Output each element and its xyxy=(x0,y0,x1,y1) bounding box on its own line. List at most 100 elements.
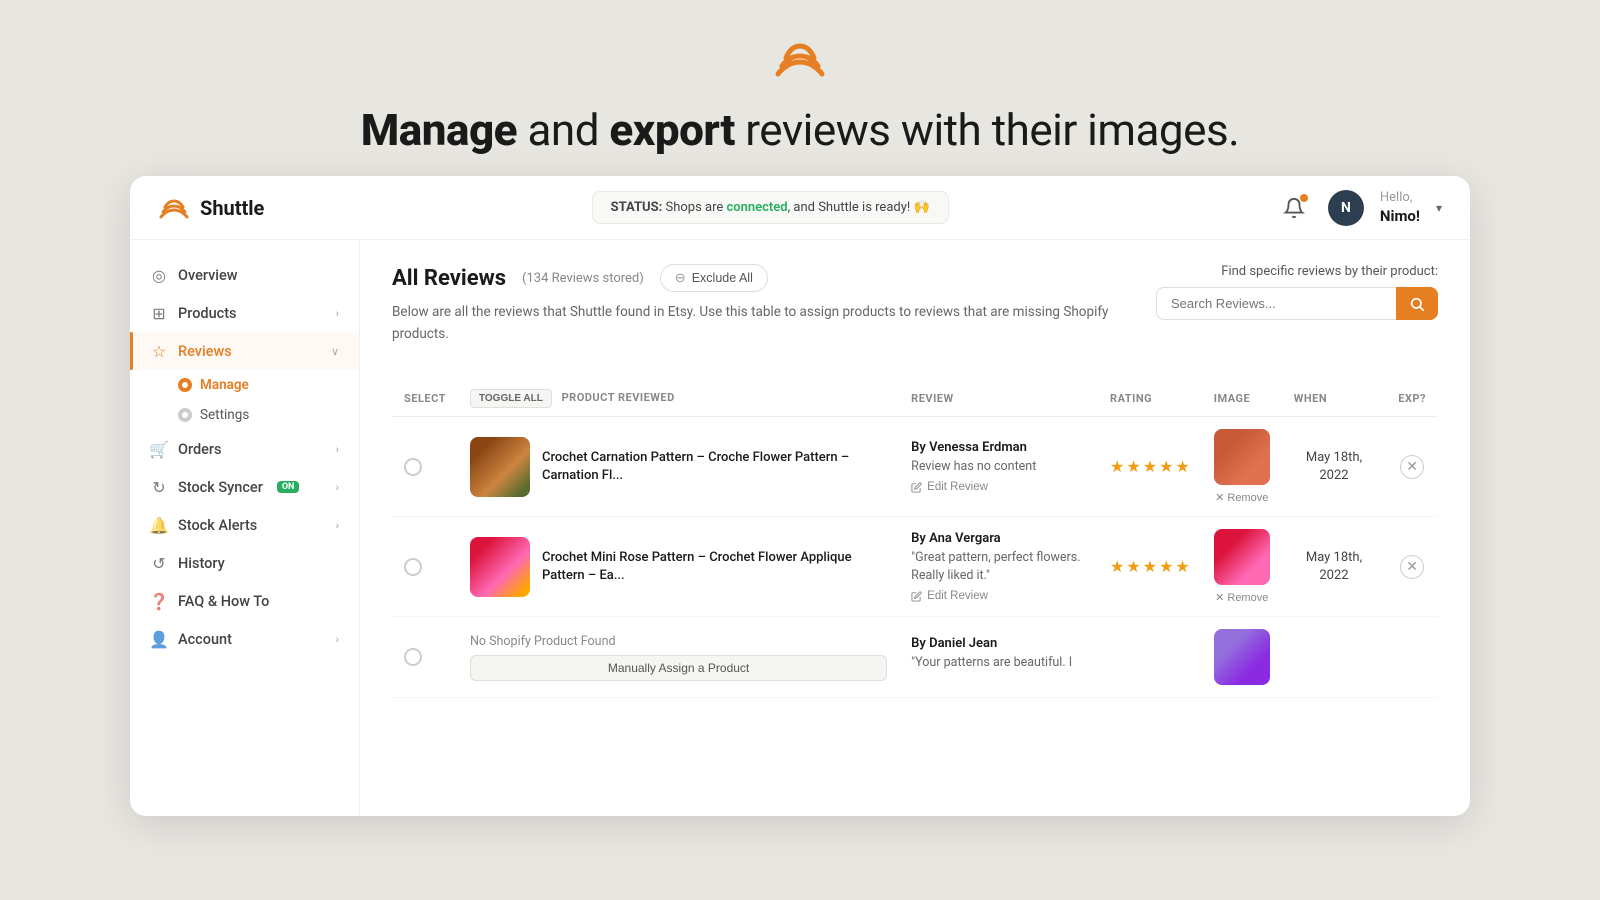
exp-remove-2[interactable]: ✕ xyxy=(1400,555,1424,579)
user-dropdown-chevron[interactable]: ▾ xyxy=(1436,201,1442,215)
page-title: All Reviews xyxy=(392,266,506,291)
user-info: Hello, Nimo! xyxy=(1380,190,1420,225)
sub-nav-manage[interactable]: Manage xyxy=(178,370,359,400)
notifications-button[interactable] xyxy=(1276,190,1312,226)
sub-nav-settings[interactable]: Settings xyxy=(178,400,359,430)
product-thumbnail-2 xyxy=(470,537,530,597)
search-area: Find specific reviews by their product: xyxy=(1156,264,1438,320)
exp-cell-3 xyxy=(1386,617,1438,698)
edit-review-button-1[interactable]: Edit Review xyxy=(911,481,988,493)
overview-icon: ◎ xyxy=(150,266,168,284)
table-header-row: SELECT TOGGLE ALL PRODUCT REVIEWED REVIE… xyxy=(392,381,1438,417)
th-when: WHEN xyxy=(1282,381,1387,417)
edit-review-button-2[interactable]: Edit Review xyxy=(911,590,988,602)
sidebar-item-overview[interactable]: ◎ Overview xyxy=(130,256,359,294)
exp-cell-1: ✕ xyxy=(1386,417,1438,517)
when-cell-3 xyxy=(1282,617,1387,698)
orders-chevron: › xyxy=(336,443,339,456)
history-icon: ↺ xyxy=(150,554,168,572)
search-button[interactable] xyxy=(1396,287,1438,320)
review-image-1 xyxy=(1214,429,1270,485)
product-thumbnail-1 xyxy=(470,437,530,497)
table-row: No Shopify Product Found Manually Assign… xyxy=(392,617,1438,698)
topbar-right: N Hello, Nimo! ▾ xyxy=(1276,190,1442,226)
remove-image-button-2[interactable]: ✕ Remove xyxy=(1215,591,1268,604)
sidebar-item-history[interactable]: ↺ History xyxy=(130,544,359,582)
reviews-table: SELECT TOGGLE ALL PRODUCT REVIEWED REVIE… xyxy=(392,381,1438,698)
reviewer-name-2: By Ana Vergara xyxy=(911,531,1086,546)
hero-headline: Manage and export reviews with their ima… xyxy=(361,104,1240,156)
sidebar-item-reviews[interactable]: ☆ Reviews ∨ xyxy=(130,332,359,370)
brand-icon xyxy=(158,192,190,224)
th-image: IMAGE xyxy=(1202,381,1282,417)
main-content: All Reviews (134 Reviews stored) ⊖ Exclu… xyxy=(360,240,1470,816)
remove-image-button-1[interactable]: ✕ Remove xyxy=(1215,491,1268,504)
table-head: SELECT TOGGLE ALL PRODUCT REVIEWED REVIE… xyxy=(392,381,1438,417)
sidebar-item-stock-alerts[interactable]: 🔔 Stock Alerts › xyxy=(130,506,359,544)
when-cell-2: May 18th, 2022 xyxy=(1282,517,1387,617)
stars-1: ★ ★ ★ ★ ★ xyxy=(1110,457,1190,476)
table-row: Crochet Mini Rose Pattern – Crochet Flow… xyxy=(392,517,1438,617)
stock-alerts-icon: 🔔 xyxy=(150,516,168,534)
th-rating: RATING xyxy=(1098,381,1202,417)
minus-circle-icon: ⊖ xyxy=(675,270,686,286)
search-input[interactable] xyxy=(1156,287,1396,320)
review-text-3: "Your patterns are beautiful. I xyxy=(911,654,1086,672)
products-chevron: › xyxy=(336,307,339,320)
search-icon xyxy=(1409,296,1425,312)
rating-cell-2: ★ ★ ★ ★ ★ xyxy=(1098,517,1202,617)
account-chevron: › xyxy=(336,633,339,646)
content-description: Below are all the reviews that Shuttle f… xyxy=(392,302,1156,345)
product-cell-3: No Shopify Product Found Manually Assign… xyxy=(458,617,899,698)
review-count: (134 Reviews stored) xyxy=(522,271,644,286)
review-image-3 xyxy=(1214,629,1270,685)
hero-logo-icon xyxy=(770,28,830,88)
products-icon: ⊞ xyxy=(150,304,168,322)
avatar: N xyxy=(1328,190,1364,226)
manage-dot xyxy=(178,378,192,392)
sidebar-item-products[interactable]: ⊞ Products › xyxy=(130,294,359,332)
orders-icon: 🛒 xyxy=(150,440,168,458)
brand-name: Shuttle xyxy=(200,196,264,220)
reviews-sub-nav: Manage Settings xyxy=(130,370,359,430)
product-name-1: Crochet Carnation Pattern – Croche Flowe… xyxy=(542,449,887,485)
content-header: All Reviews (134 Reviews stored) ⊖ Exclu… xyxy=(392,264,1438,365)
sidebar-item-faq[interactable]: ❓ FAQ & How To xyxy=(130,582,359,620)
sidebar: ◎ Overview ⊞ Products › ☆ Reviews ∨ xyxy=(130,240,360,816)
reviewer-name-1: By Venessa Erdman xyxy=(911,440,1086,455)
th-select: SELECT xyxy=(392,381,458,417)
select-radio-2[interactable] xyxy=(404,558,422,576)
assign-product-button[interactable]: Manually Assign a Product xyxy=(470,655,887,681)
edit-icon-1 xyxy=(911,482,922,493)
exclude-all-button[interactable]: ⊖ Exclude All xyxy=(660,264,768,292)
review-cell-3: By Daniel Jean "Your patterns are beauti… xyxy=(899,617,1098,698)
stock-syncer-icon: ↻ xyxy=(150,478,168,496)
select-radio-3[interactable] xyxy=(404,648,422,666)
search-label: Find specific reviews by their product: xyxy=(1221,264,1438,279)
table-body: Crochet Carnation Pattern – Croche Flowe… xyxy=(392,417,1438,698)
sidebar-item-orders[interactable]: 🛒 Orders › xyxy=(130,430,359,468)
sidebar-item-stock-syncer[interactable]: ↻ Stock Syncer ON › xyxy=(130,468,359,506)
status-badge: STATUS: Shops are connected, and Shuttle… xyxy=(592,191,949,224)
th-exp: EXP? xyxy=(1386,381,1438,417)
product-cell-1: Crochet Carnation Pattern – Croche Flowe… xyxy=(458,417,899,517)
sidebar-item-account[interactable]: 👤 Account › xyxy=(130,620,359,658)
when-cell-1: May 18th, 2022 xyxy=(1282,417,1387,517)
exp-remove-1[interactable]: ✕ xyxy=(1400,455,1424,479)
select-radio-1[interactable] xyxy=(404,458,422,476)
brand: Shuttle xyxy=(158,192,264,224)
table-row: Crochet Carnation Pattern – Croche Flowe… xyxy=(392,417,1438,517)
toggle-all-button[interactable]: TOGGLE ALL xyxy=(470,389,552,408)
settings-dot xyxy=(178,408,192,422)
topbar: Shuttle STATUS: Shops are connected, and… xyxy=(130,176,1470,240)
review-image-2 xyxy=(1214,529,1270,585)
th-review: REVIEW xyxy=(899,381,1098,417)
select-cell-2 xyxy=(392,517,458,617)
app-window: Shuttle STATUS: Shops are connected, and… xyxy=(130,176,1470,816)
product-cell-2: Crochet Mini Rose Pattern – Crochet Flow… xyxy=(458,517,899,617)
th-product: TOGGLE ALL PRODUCT REVIEWED xyxy=(458,381,899,417)
reviewer-name-3: By Daniel Jean xyxy=(911,636,1086,651)
reviews-chevron: ∨ xyxy=(331,345,339,358)
exp-cell-2: ✕ xyxy=(1386,517,1438,617)
stars-2: ★ ★ ★ ★ ★ xyxy=(1110,557,1190,576)
